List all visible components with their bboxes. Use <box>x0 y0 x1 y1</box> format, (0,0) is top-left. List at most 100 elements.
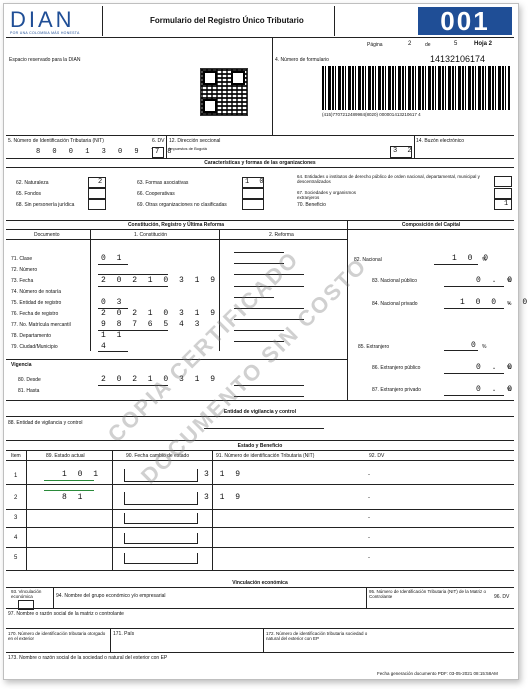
field-75-label: 75. Entidad de registro <box>11 300 62 306</box>
field-80-label: 80. Desde <box>18 377 41 383</box>
dian-logo-text: DIAN <box>10 7 75 32</box>
estado-item: 1 <box>14 473 18 479</box>
field-65-box <box>88 188 106 199</box>
estado-nit: - <box>368 472 370 478</box>
vigencia-title: Vigencia <box>11 362 32 368</box>
estado-item: 2 <box>14 495 18 501</box>
field-85-value: 0 <box>471 341 479 350</box>
seccional-label: 12. Dirección seccional <box>169 138 221 144</box>
field-86-label: 86. Extranjero público <box>372 365 421 371</box>
field-85-label: 85. Extranjero <box>358 344 390 350</box>
field-170-label: 170. Número de identificación tributaria… <box>8 631 106 641</box>
field-76-label: 76. Fecha de registro <box>11 311 59 317</box>
field-79-value: 4 <box>101 342 109 351</box>
col-constitucion: 1. Constitución <box>134 232 168 238</box>
dv-label: 6. DV <box>152 138 165 144</box>
rut-form-page: DIAN POR UNA COLOMBIA MÁS HONESTA Formul… <box>3 3 527 680</box>
field-64-box <box>494 176 512 187</box>
field-84-label: 84. Nacional privado <box>372 301 418 307</box>
field-69-label: 69. Otras organizaciones no clasificadas <box>137 202 227 208</box>
field-76-value: 2 0 2 1 0 3 1 9 <box>101 309 219 318</box>
col-reforma: 2. Reforma <box>269 232 294 238</box>
field-83-pct: % <box>507 278 512 284</box>
seccional-code: 3 2 <box>393 147 415 155</box>
estado-actual: 1 0 1 <box>62 470 102 479</box>
field-172-label: 172. Número de identificación tributaria… <box>266 631 368 641</box>
field-94-label: 94. Nombre del grupo económico y/o empre… <box>56 593 166 599</box>
field-82-pct: % <box>482 257 487 263</box>
field-67-box <box>494 188 512 199</box>
field-86-pct: % <box>507 365 512 371</box>
estado-title: Estado y Beneficio <box>237 443 283 449</box>
field-63-label: 63. Formas asociativas <box>137 180 189 186</box>
field-69-box <box>242 199 264 210</box>
field-62-value: 2 <box>98 178 106 186</box>
nit-label: 5. Número de Identificación Tributaria (… <box>8 138 104 144</box>
field-62-label: 62. Naturaleza <box>16 180 49 186</box>
vigilancia-title: Entidad de vigilancia y control <box>223 409 297 415</box>
field-97-label: 97. Nombre o razón social de la matriz o… <box>8 611 124 617</box>
dv-value: 7 <box>155 148 163 156</box>
field-85-pct: % <box>482 344 487 350</box>
estado-nit: - <box>368 535 370 541</box>
estado-nit: - <box>368 495 370 501</box>
estado-item: 4 <box>14 535 18 541</box>
field-79-label: 79. Ciudad/Municipio <box>11 344 58 350</box>
field-65-label: 65. Fondos <box>16 191 42 197</box>
qr-code <box>200 68 248 116</box>
field-68-box <box>88 199 106 210</box>
field-73-value: 2 0 2 1 0 3 1 9 <box>101 276 219 285</box>
reserved-label: Espacio reservado para la DIAN <box>9 57 81 63</box>
page-total: 5 <box>454 41 458 47</box>
form-title: Formulario del Registro Único Tributario <box>150 16 304 25</box>
estado-item: 5 <box>14 555 18 561</box>
field-67-label: 67. Sociedades y organismos extranjeros <box>297 190 357 200</box>
field-77-label: 77. No. Matrícula mercantil <box>11 322 71 328</box>
field-78-label: 78. Departamento <box>11 333 52 339</box>
field-84-value: 1 0 0 . 0 <box>460 298 529 307</box>
col-item: Item <box>11 453 21 459</box>
field-88-label: 88. Entidad de vigilancia y control <box>8 420 83 426</box>
estado-nit: - <box>368 555 370 561</box>
field-87-pct: % <box>507 387 512 393</box>
field-64-label: 64. Entidades o institutos de derecho pú… <box>297 174 480 184</box>
caracteristicas-title: Características y formas de las organiza… <box>204 160 316 166</box>
field-63-value: 1 0 <box>245 178 267 186</box>
field-93-label: 93. Vinculación económica <box>11 589 42 599</box>
field-75-value: 0 3 <box>101 298 125 307</box>
field-66-label: 66. Cooperativas <box>137 191 175 197</box>
field-84-pct: % <box>507 301 512 307</box>
form-code-box: 001 <box>418 7 512 35</box>
barcode-text: (415)7707212489984(8020) 000001413210617… <box>322 112 421 117</box>
field-173-label: 173. Nombre o razón social de la socieda… <box>8 655 168 661</box>
estado-actual: 8 1 <box>62 493 86 502</box>
generated-timestamp: Fecha generación documento PDF: 03-05-20… <box>377 671 498 676</box>
field-171-label: 171. País <box>113 631 135 637</box>
field-70-label: 70. Beneficio <box>297 202 326 208</box>
field-68-label: 68. Sin personería jurídica <box>16 202 75 208</box>
field-66-box <box>242 188 264 199</box>
estado-item: 3 <box>14 515 18 521</box>
capital-title: Composición del Capital <box>401 222 461 228</box>
field-95-label: 95. Número de Identificación Tributaria … <box>369 589 487 599</box>
field-96-label: 96. DV <box>494 594 510 600</box>
buzon-label: 14. Buzón electrónico <box>416 138 465 144</box>
dian-logo-slogan: POR UNA COLOMBIA MÁS HONESTA <box>10 31 80 35</box>
barcode <box>322 66 510 110</box>
field-71-label: 71. Clase <box>11 256 33 262</box>
field-70-value: 1 <box>504 200 512 208</box>
col-91: 91. Número de identificación Tributaria … <box>216 453 315 459</box>
field-78-value: 1 1 <box>101 331 125 340</box>
field-87-label: 87. Extranjero privado <box>372 387 421 393</box>
col-89: 89. Estado actual <box>46 453 85 459</box>
col-92: 92. DV <box>369 453 385 459</box>
page-label: Página <box>367 42 383 48</box>
constitucion-title: Constitución, Registro y Última Reforma <box>127 222 225 228</box>
field-73-label: 73. Fecha <box>11 278 34 284</box>
vinculacion-title: Vinculación económica <box>232 580 288 586</box>
field-81-label: 81. Hasta <box>18 388 40 394</box>
col-documento: Documento <box>34 232 60 238</box>
field-83-label: 83. Nacional público <box>372 278 418 284</box>
field-71-value: 0 1 <box>101 254 125 263</box>
sheet-label: Hoja 2 <box>474 41 493 47</box>
